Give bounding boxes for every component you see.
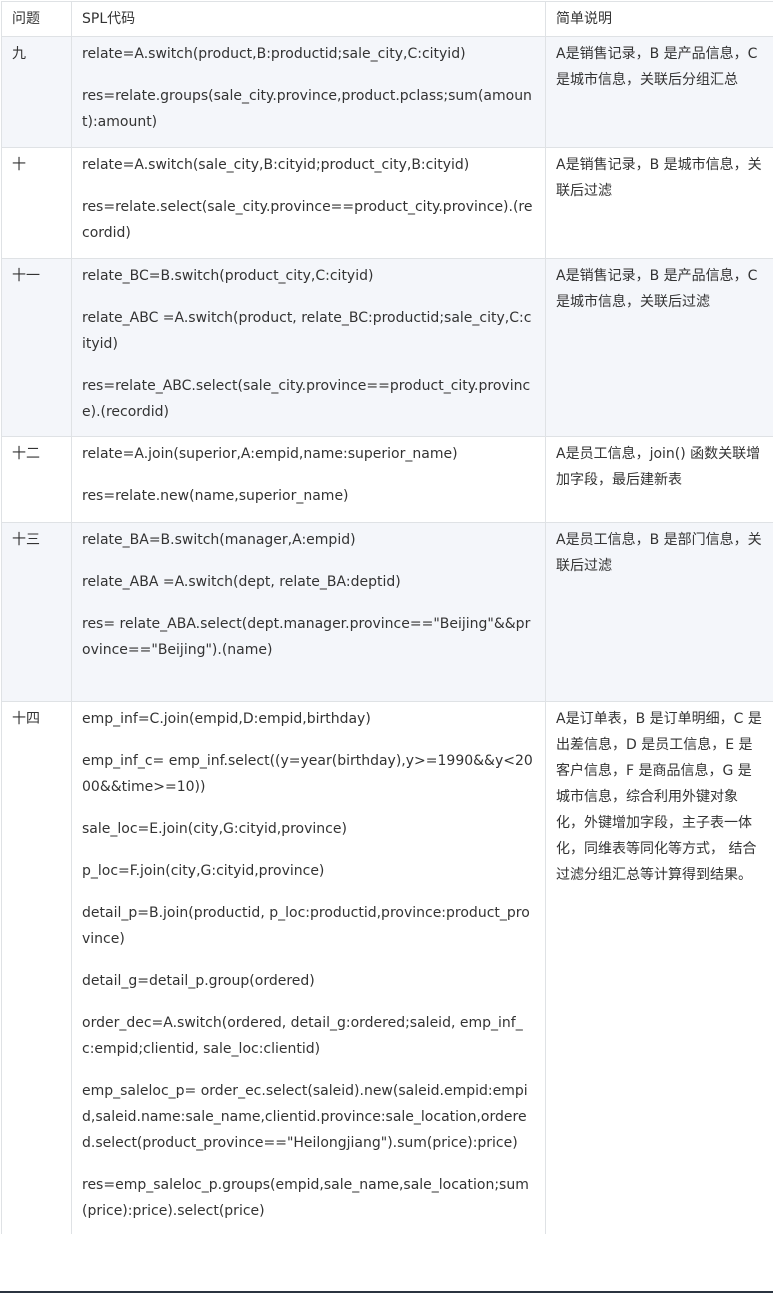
header-question: 问题 xyxy=(2,2,72,37)
code-line: res=emp_saleloc_p.groups(empid,sale_name… xyxy=(82,1172,535,1224)
spl-code-cell: emp_inf=C.join(empid,D:empid,birthday) e… xyxy=(72,702,546,1235)
code-line: emp_saleloc_p= order_ec.select(saleid).n… xyxy=(82,1078,535,1156)
spl-comparison-table: 问题 SPL代码 简单说明 九 relate=A.switch(product,… xyxy=(1,1,773,1234)
code-line: relate_BC=B.switch(product_city,C:cityid… xyxy=(82,263,535,289)
description-cell: A是销售记录，B 是城市信息，关联后过滤 xyxy=(546,148,773,259)
code-line: emp_inf_c= emp_inf.select((y=year(birthd… xyxy=(82,748,535,800)
code-line: relate=A.switch(product,B:productid;sale… xyxy=(82,41,535,67)
table-row: 十二 relate=A.join(superior,A:empid,name:s… xyxy=(2,437,773,523)
code-line: relate=A.switch(sale_city,B:cityid;produ… xyxy=(82,152,535,178)
code-line: relate_ABA =A.switch(dept, relate_BA:dep… xyxy=(82,569,535,595)
code-line: detail_g=detail_p.group(ordered) xyxy=(82,968,535,994)
question-number: 九 xyxy=(2,37,72,148)
code-line: relate_ABC =A.switch(product, relate_BC:… xyxy=(82,305,535,357)
code-line: relate_BA=B.switch(manager,A:empid) xyxy=(82,527,535,553)
table-row: 十一 relate_BC=B.switch(product_city,C:cit… xyxy=(2,259,773,437)
spl-code-cell: relate_BC=B.switch(product_city,C:cityid… xyxy=(72,259,546,437)
question-number: 十 xyxy=(2,148,72,259)
code-line: detail_p=B.join(productid, p_loc:product… xyxy=(82,900,535,952)
question-number: 十一 xyxy=(2,259,72,437)
table-row: 十三 relate_BA=B.switch(manager,A:empid) r… xyxy=(2,523,773,702)
description-cell: A是销售记录，B 是产品信息，C 是城市信息，关联后过滤 xyxy=(546,259,773,437)
header-spl-code: SPL代码 xyxy=(72,2,546,37)
description-cell: A是订单表，B 是订单明细，C 是出差信息，D 是员工信息，E 是客户信息，F … xyxy=(546,702,773,1235)
question-number: 十三 xyxy=(2,523,72,702)
code-line: res=relate_ABC.select(sale_city.province… xyxy=(82,373,535,425)
code-line: res=relate.select(sale_city.province==pr… xyxy=(82,194,535,246)
code-line: res= relate_ABA.select(dept.manager.prov… xyxy=(82,611,535,663)
code-line: relate=A.join(superior,A:empid,name:supe… xyxy=(82,441,535,467)
table-row: 十 relate=A.switch(sale_city,B:cityid;pro… xyxy=(2,148,773,259)
description-cell: A是销售记录，B 是产品信息，C 是城市信息，关联后分组汇总 xyxy=(546,37,773,148)
header-description: 简单说明 xyxy=(546,2,773,37)
table-row: 十四 emp_inf=C.join(empid,D:empid,birthday… xyxy=(2,702,773,1235)
spl-code-cell: relate_BA=B.switch(manager,A:empid) rela… xyxy=(72,523,546,702)
code-line: sale_loc=E.join(city,G:cityid,province) xyxy=(82,816,535,842)
spl-code-cell: relate=A.switch(sale_city,B:cityid;produ… xyxy=(72,148,546,259)
code-line: p_loc=F.join(city,G:cityid,province) xyxy=(82,858,535,884)
code-line: emp_inf=C.join(empid,D:empid,birthday) xyxy=(82,706,535,732)
code-line: res=relate.new(name,superior_name) xyxy=(82,483,535,509)
question-number: 十二 xyxy=(2,437,72,523)
description-cell: A是员工信息，join() 函数关联增加字段，最后建新表 xyxy=(546,437,773,523)
table-row: 九 relate=A.switch(product,B:productid;sa… xyxy=(2,37,773,148)
spl-code-cell: relate=A.join(superior,A:empid,name:supe… xyxy=(72,437,546,523)
question-number: 十四 xyxy=(2,702,72,1235)
code-line: res=relate.groups(sale_city.province,pro… xyxy=(82,83,535,135)
description-cell: A是员工信息，B 是部门信息，关联后过滤 xyxy=(546,523,773,702)
spl-code-cell: relate=A.switch(product,B:productid;sale… xyxy=(72,37,546,148)
table-header-row: 问题 SPL代码 简单说明 xyxy=(2,2,773,37)
code-line: order_dec=A.switch(ordered, detail_g:ord… xyxy=(82,1010,535,1062)
